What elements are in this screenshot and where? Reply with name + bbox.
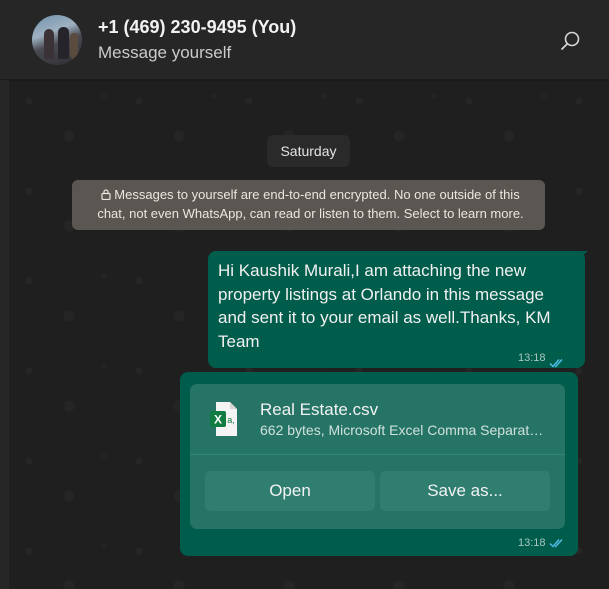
encryption-notice[interactable]: Messages to yourself are end-to-end encr… bbox=[72, 180, 545, 230]
bubble-tail bbox=[574, 251, 588, 263]
search-icon[interactable] bbox=[560, 30, 582, 52]
message-timestamp: 13:18 bbox=[518, 347, 565, 371]
double-check-icon bbox=[549, 354, 565, 368]
svg-text:X: X bbox=[214, 413, 222, 427]
file-info: X a, Real Estate.csv 662 bytes, Microsof… bbox=[190, 384, 565, 455]
avatar[interactable] bbox=[32, 15, 82, 65]
file-name: Real Estate.csv bbox=[260, 400, 379, 419]
message-text: Hi Kaushik Murali,I am attaching the new… bbox=[218, 261, 551, 351]
encryption-notice-text: Messages to yourself are end-to-end encr… bbox=[97, 187, 524, 221]
open-button[interactable]: Open bbox=[205, 471, 375, 511]
message-timestamp: 13:18 bbox=[518, 537, 565, 549]
lock-icon bbox=[101, 189, 111, 200]
chat-header: +1 (469) 230-9495 (You) Message yourself bbox=[0, 0, 609, 80]
file-meta: 662 bytes, Microsoft Excel Comma Separat… bbox=[260, 422, 550, 438]
svg-text:a,: a, bbox=[227, 415, 235, 425]
message-bubble-text[interactable]: Hi Kaushik Murali,I am attaching the new… bbox=[208, 251, 585, 368]
panel-divider bbox=[0, 80, 9, 589]
file-attachment[interactable]: X a, Real Estate.csv 662 bytes, Microsof… bbox=[190, 384, 565, 529]
excel-file-icon: X a, bbox=[210, 401, 238, 437]
double-check-icon bbox=[549, 538, 565, 548]
chat-area: Saturday Messages to yourself are end-to… bbox=[9, 81, 609, 589]
contact-name[interactable]: +1 (469) 230-9495 (You) bbox=[98, 17, 296, 38]
date-separator: Saturday bbox=[267, 135, 350, 167]
contact-subtitle: Message yourself bbox=[98, 43, 232, 62]
save-as-button[interactable]: Save as... bbox=[380, 471, 550, 511]
message-bubble-file[interactable]: X a, Real Estate.csv 662 bytes, Microsof… bbox=[180, 372, 578, 556]
